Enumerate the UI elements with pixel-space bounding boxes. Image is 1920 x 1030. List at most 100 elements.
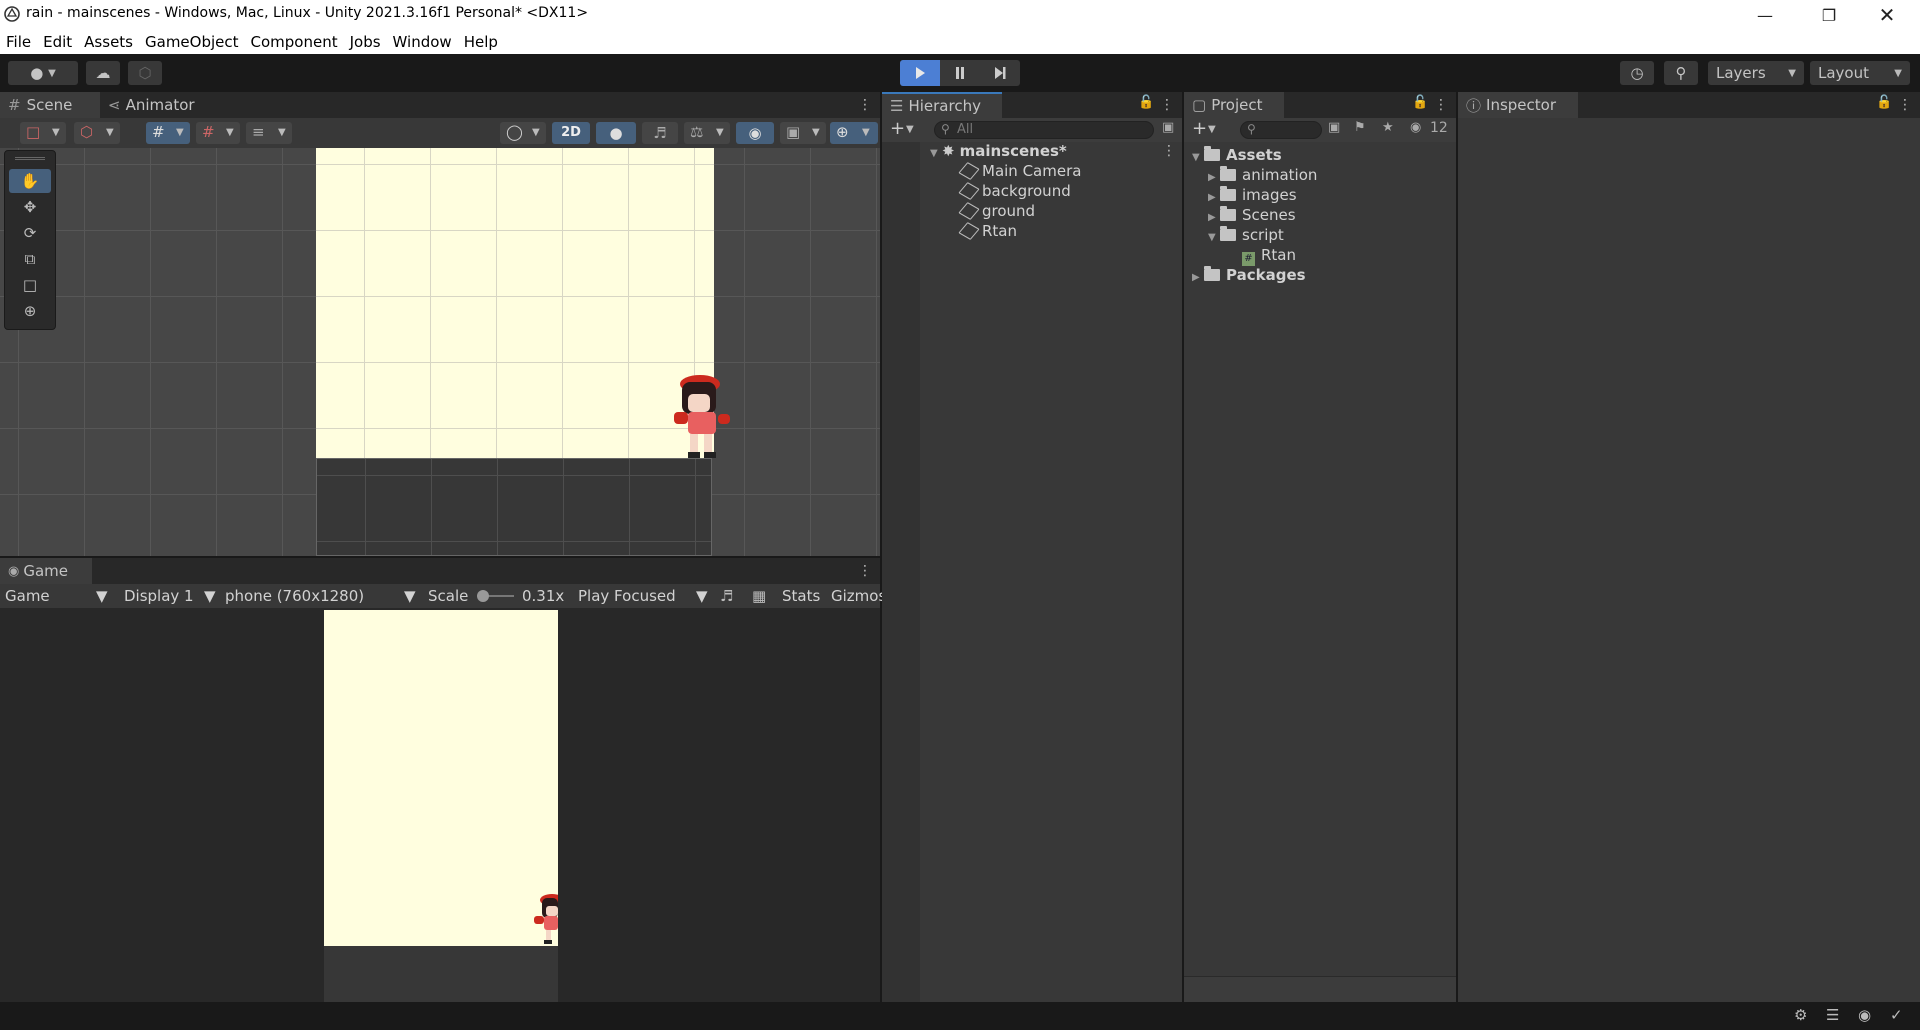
snap-settings-toggle[interactable]: # ▼ <box>196 122 240 144</box>
hierarchy-item-rtan[interactable]: Rtan <box>958 222 1017 240</box>
rect-tool-button[interactable]: □ <box>9 273 51 297</box>
project-item-scenes[interactable]: ▶ Scenes <box>1208 206 1296 224</box>
create-asset-button[interactable]: + <box>1192 118 1207 139</box>
gizmos-button[interactable]: Gizmos <box>831 584 886 608</box>
hidden-packages-icon[interactable]: ◉ <box>1410 120 1421 135</box>
checkmark-icon[interactable]: ✓ <box>1890 1006 1903 1024</box>
project-item-images[interactable]: ▶ images <box>1208 186 1297 204</box>
palette-drag-handle[interactable] <box>15 157 45 160</box>
project-menu-icon[interactable]: ⋮ <box>1434 96 1448 114</box>
play-button[interactable] <box>900 60 940 86</box>
tab-inspector[interactable]: ⓘ Inspector <box>1458 92 1578 118</box>
scale-slider-thumb[interactable] <box>477 590 489 602</box>
project-item-packages[interactable]: ▶ Packages <box>1192 266 1306 284</box>
tab-game[interactable]: ◉ Game <box>0 558 92 584</box>
scene-root-item[interactable]: ▼ ✸ mainscenes* <box>930 142 1067 160</box>
lock-icon[interactable]: 🔓 <box>1138 95 1154 110</box>
increment-snap-toggle[interactable]: ≡ ▼ <box>246 122 292 144</box>
close-button[interactable]: ✕ <box>1858 0 1916 30</box>
lock-icon[interactable]: 🔓 <box>1876 95 1892 110</box>
tab-hierarchy[interactable]: ☰ Hierarchy <box>882 92 1002 118</box>
game-view[interactable] <box>0 608 880 1002</box>
account-button[interactable]: ● ▼ <box>8 61 78 85</box>
hierarchy-item-ground[interactable]: ground <box>958 202 1035 220</box>
step-button[interactable] <box>980 60 1020 86</box>
project-item-rtan-script[interactable]: # Rtan <box>1242 246 1296 266</box>
keyboard-icon[interactable]: ▦ <box>752 584 766 608</box>
cache-server-icon[interactable]: ◉ <box>1858 1006 1871 1024</box>
chevron-down-icon: ▼ <box>716 127 724 138</box>
add-object-button[interactable]: + <box>890 118 905 139</box>
chevron-down-icon: ▼ <box>226 127 234 138</box>
rect-tool-icon: □ <box>22 276 38 294</box>
scene-menu-icon[interactable]: ⋮ <box>858 96 872 114</box>
tab-scene[interactable]: # Scene <box>0 92 100 118</box>
tab-animator-label: Animator <box>125 96 195 114</box>
audio-toggle[interactable]: ♬ <box>642 122 678 144</box>
hierarchy-search-input[interactable]: ⚲ All <box>934 121 1154 139</box>
search-by-label-icon[interactable]: ⚑ <box>1354 120 1366 135</box>
rotate-tool-button[interactable]: ⟳ <box>9 221 51 245</box>
display-select[interactable]: Display 1 <box>124 584 194 608</box>
render-mode-dropdown[interactable]: ⬡ ▼ <box>74 122 120 144</box>
project-item-script[interactable]: ▼ script <box>1208 226 1284 244</box>
menu-edit[interactable]: Edit <box>37 31 78 53</box>
draw-mode-dropdown[interactable]: □ ▼ <box>20 122 66 144</box>
menu-window[interactable]: Window <box>387 31 458 53</box>
menu-gameobject[interactable]: GameObject <box>139 31 245 53</box>
menu-assets[interactable]: Assets <box>78 31 139 53</box>
tab-animator[interactable]: ⋖ Animator <box>100 92 203 118</box>
hidden-objects-toggle[interactable]: ◉ <box>736 122 774 144</box>
mute-audio-icon[interactable]: ♬ <box>720 584 733 608</box>
menu-file[interactable]: File <box>0 31 37 53</box>
scale-tool-button[interactable]: ⧉ <box>9 247 51 271</box>
resolution-select[interactable]: phone (760x1280) <box>225 584 364 608</box>
search-by-type-icon[interactable]: ▣ <box>1328 120 1340 135</box>
inspector-menu-icon[interactable]: ⋮ <box>1898 96 1912 114</box>
animator-icon: ⋖ <box>108 96 121 114</box>
lock-icon[interactable]: 🔓 <box>1412 95 1428 110</box>
camera-dropdown[interactable]: ▣ ▼ <box>780 122 826 144</box>
gizmos-dropdown[interactable]: ⊕ ▼ <box>830 122 878 144</box>
effects-dropdown[interactable]: ⚖ ▼ <box>684 122 730 144</box>
lighting-toggle[interactable]: ● <box>596 122 636 144</box>
search-button[interactable]: ⚲ <box>1664 61 1698 85</box>
play-mode-select[interactable]: Play Focused <box>578 584 676 608</box>
hierarchy-item-main-camera[interactable]: Main Camera <box>958 162 1081 180</box>
cloud-button[interactable]: ☁ <box>86 61 120 85</box>
menu-jobs[interactable]: Jobs <box>344 31 387 53</box>
menu-component[interactable]: Component <box>245 31 344 53</box>
minimize-button[interactable]: — <box>1736 0 1794 30</box>
pause-button[interactable] <box>941 60 979 86</box>
window-title: rain - mainscenes - Windows, Mac, Linux … <box>26 5 589 21</box>
scale-icon: ⧉ <box>24 250 36 268</box>
project-item-assets[interactable]: ▼ Assets <box>1192 146 1282 164</box>
project-item-animation[interactable]: ▶ animation <box>1208 166 1317 184</box>
hierarchy-menu-icon[interactable]: ⋮ <box>1160 96 1174 114</box>
layout-dropdown[interactable]: Layout ▼ <box>1810 61 1910 85</box>
move-tool-button[interactable]: ✥ <box>9 195 51 219</box>
game-menu-icon[interactable]: ⋮ <box>858 562 872 580</box>
search-placeholder: All <box>957 122 974 137</box>
project-search-input[interactable]: ⚲ <box>1240 121 1322 139</box>
restore-button[interactable]: ❐ <box>1800 0 1858 30</box>
mode-2d-toggle[interactable]: 2D <box>552 122 590 144</box>
game-view-select[interactable]: Game <box>5 584 50 608</box>
scene-visibility-icon[interactable]: ▣ <box>1162 120 1174 135</box>
shading-dropdown[interactable]: ◯ ▼ <box>500 122 546 144</box>
collab-button[interactable]: ⬡ <box>128 61 162 85</box>
undo-history-button[interactable]: ◷ <box>1620 61 1654 85</box>
tab-project[interactable]: ▢ Project <box>1184 92 1284 118</box>
grid-snap-toggle[interactable]: # ▼ <box>146 122 190 144</box>
scene-view[interactable] <box>0 148 880 556</box>
favorite-icon[interactable]: ★ <box>1382 120 1394 135</box>
scene-item-menu-icon[interactable]: ⋮ <box>1162 142 1176 160</box>
menu-help[interactable]: Help <box>458 31 504 53</box>
debug-icon[interactable]: ⚙ <box>1794 1006 1807 1024</box>
hierarchy-item-background[interactable]: background <box>958 182 1071 200</box>
hand-tool-button[interactable]: ✋ <box>9 169 51 193</box>
layers-stack-icon[interactable]: ☰ <box>1826 1006 1839 1024</box>
transform-tool-button[interactable]: ⊕ <box>9 299 51 323</box>
stats-button[interactable]: Stats <box>782 584 820 608</box>
layers-dropdown[interactable]: Layers ▼ <box>1708 61 1804 85</box>
